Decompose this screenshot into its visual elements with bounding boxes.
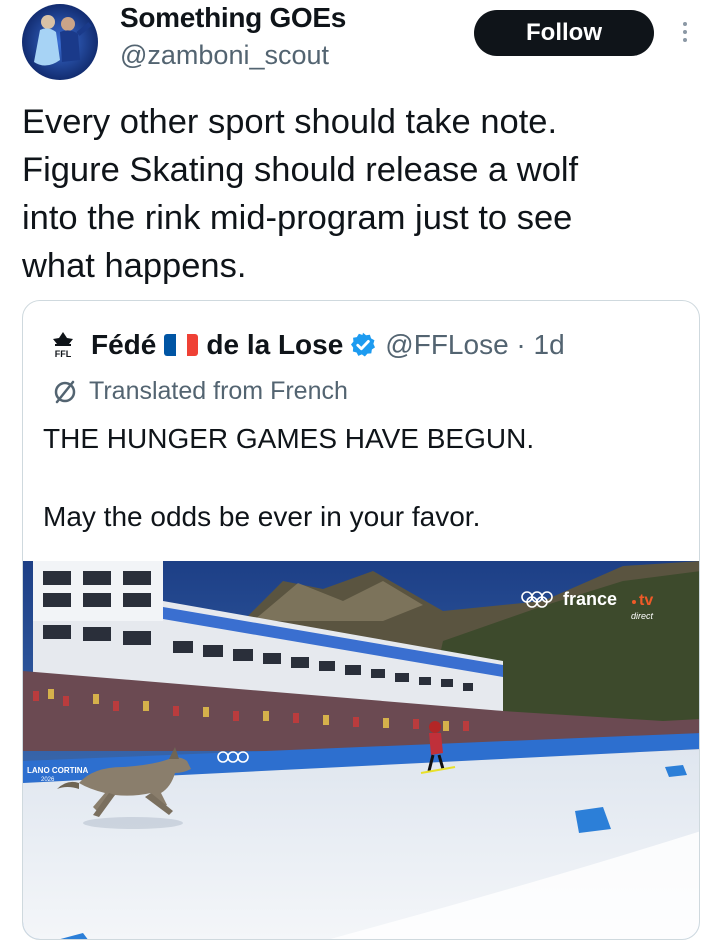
translate-icon xyxy=(54,380,76,403)
broadcaster-name: france xyxy=(563,589,617,609)
broadcaster-suffix: tv xyxy=(639,592,653,609)
france-flag-icon xyxy=(164,334,199,356)
ski-race-wolf-image: LANO CORTINA 2026 france tv direct xyxy=(23,561,699,939)
avatar-image xyxy=(22,4,98,80)
avatar[interactable] xyxy=(22,4,98,80)
banner-text: LANO CORTINA xyxy=(27,766,89,775)
translated-note[interactable]: Translated from French xyxy=(51,377,348,406)
broadcaster-sub: direct xyxy=(631,611,654,621)
tweet-line: Every other sport should take note. xyxy=(22,103,558,141)
quote-line: May the odds be ever in your favor. xyxy=(43,501,481,532)
tweet-line: into the rink mid-program just to see xyxy=(22,199,573,237)
tweet-line: Figure Skating should release a wolf xyxy=(22,151,579,189)
tweet-line: what happens. xyxy=(22,247,247,285)
follow-button[interactable]: Follow xyxy=(474,10,654,56)
quote-author-handle[interactable]: @FFLose · 1d xyxy=(385,329,564,361)
more-vertical-icon[interactable] xyxy=(678,18,692,48)
tweet-text: Every other sport should take note. Figu… xyxy=(22,98,702,290)
translated-label: Translated from French xyxy=(89,377,348,405)
quote-author-name-1[interactable]: Fédé xyxy=(91,329,156,361)
quoted-tweet-card[interactable]: FFL Fédé de la Lose @FFLose · 1d Transla… xyxy=(22,300,700,940)
quote-header: FFL Fédé de la Lose @FFLose · 1d xyxy=(49,325,565,365)
ffl-logo-text: FFL xyxy=(55,349,72,359)
author-name[interactable]: Something GOEs xyxy=(120,2,346,34)
author-handle[interactable]: @zamboni_scout xyxy=(120,40,329,71)
verified-badge-icon xyxy=(351,332,376,357)
quote-author-name-2[interactable]: de la Lose xyxy=(206,329,343,361)
quote-line: THE HUNGER GAMES HAVE BEGUN. xyxy=(43,423,535,454)
quote-media-image[interactable]: LANO CORTINA 2026 france tv direct xyxy=(23,561,699,939)
ffl-logo-icon: FFL xyxy=(53,332,73,359)
quote-text: THE HUNGER GAMES HAVE BEGUN. May the odd… xyxy=(43,419,534,537)
